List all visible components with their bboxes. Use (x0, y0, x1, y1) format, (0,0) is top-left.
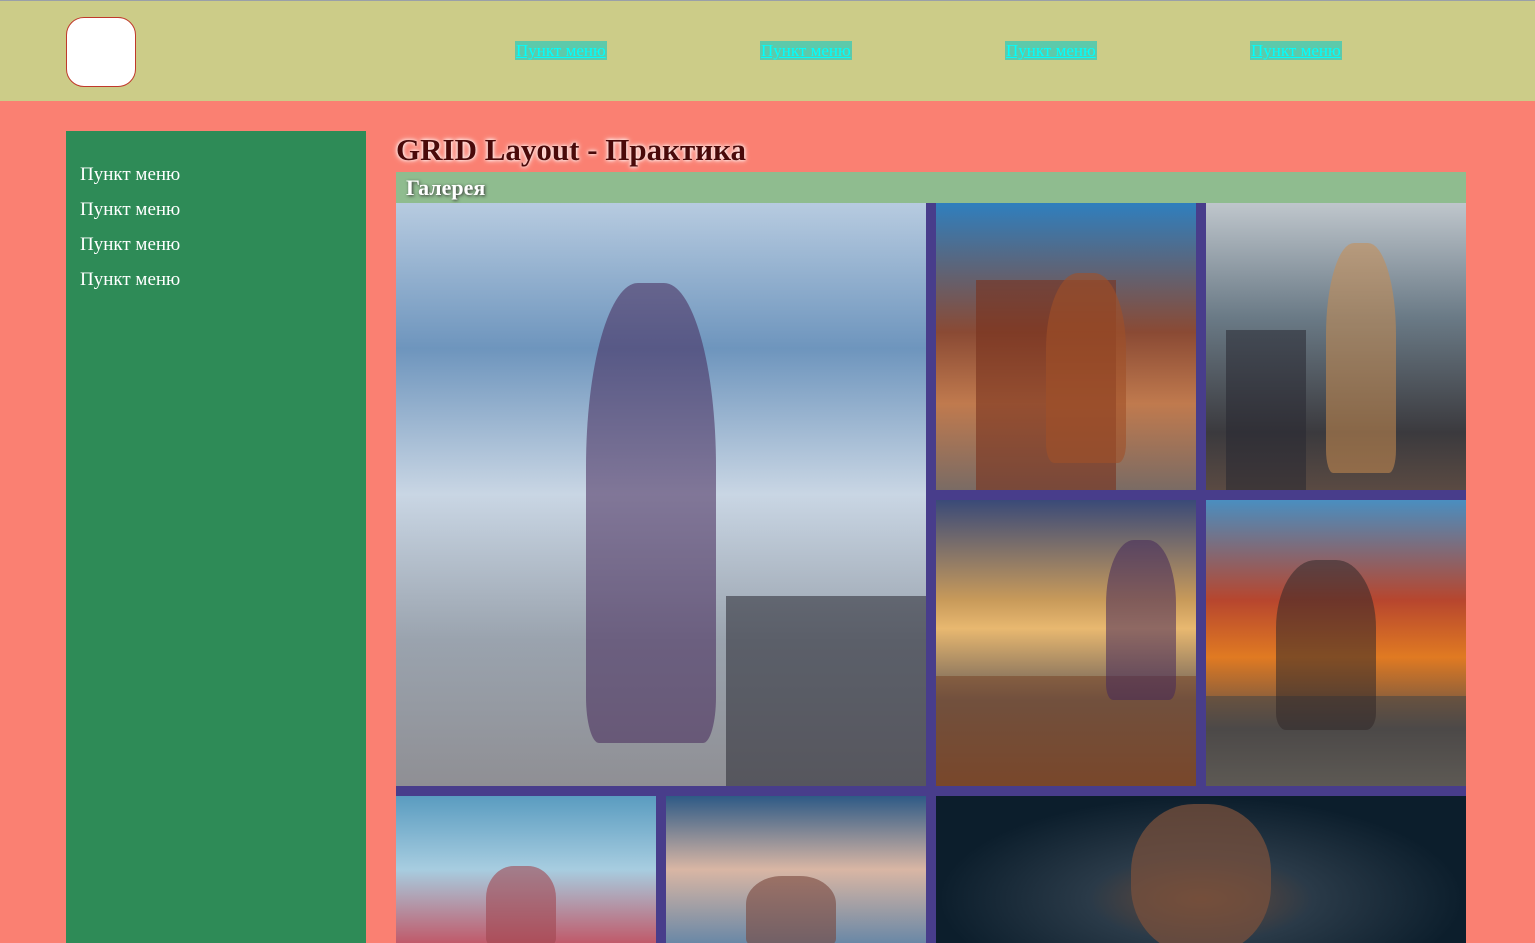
gallery-photo-2[interactable] (936, 203, 1196, 490)
photo-person (746, 876, 836, 943)
photo-building (726, 596, 926, 786)
gallery-photo-8[interactable] (936, 796, 1466, 943)
sidebar-item-3[interactable]: Пункт меню (80, 227, 366, 262)
photo-person (1326, 243, 1396, 473)
photo-person (1106, 540, 1176, 700)
top-nav-item-4[interactable]: Пункт меню (1250, 41, 1342, 60)
photo-building (1226, 330, 1306, 490)
top-nav-item-1[interactable]: Пункт меню (515, 41, 607, 60)
gallery-photo-7[interactable] (666, 796, 926, 943)
site-header: Пункт меню Пункт меню Пункт меню Пункт м… (0, 0, 1535, 101)
sidebar-item-4[interactable]: Пункт меню (80, 262, 366, 297)
top-nav-item-2[interactable]: Пункт меню (760, 41, 852, 60)
sidebar: Пункт меню Пункт меню Пункт меню Пункт м… (66, 131, 366, 943)
photo-person (1276, 560, 1376, 730)
sidebar-item-2[interactable]: Пункт меню (80, 192, 366, 227)
gallery-photo-4[interactable] (936, 500, 1196, 786)
photo-person (486, 866, 556, 943)
photo-portrait (1131, 804, 1271, 943)
sidebar-menu: Пункт меню Пункт меню Пункт меню Пункт м… (66, 131, 366, 297)
gallery-grid (396, 203, 1466, 943)
top-nav-item-3[interactable]: Пункт меню (1005, 41, 1097, 60)
sidebar-item-1[interactable]: Пункт меню (80, 157, 366, 192)
photo-person (1046, 273, 1126, 463)
photo-person (586, 283, 716, 743)
gallery-photo-3[interactable] (1206, 203, 1466, 490)
gallery-photo-5[interactable] (1206, 500, 1466, 786)
page-title: GRID Layout - Практика (396, 132, 746, 167)
logo[interactable] (66, 17, 136, 87)
gallery-heading: Галерея (406, 175, 486, 200)
gallery-photo-6[interactable] (396, 796, 656, 943)
gallery-header: Галерея (396, 172, 1466, 203)
gallery-photo-1[interactable] (396, 203, 926, 786)
